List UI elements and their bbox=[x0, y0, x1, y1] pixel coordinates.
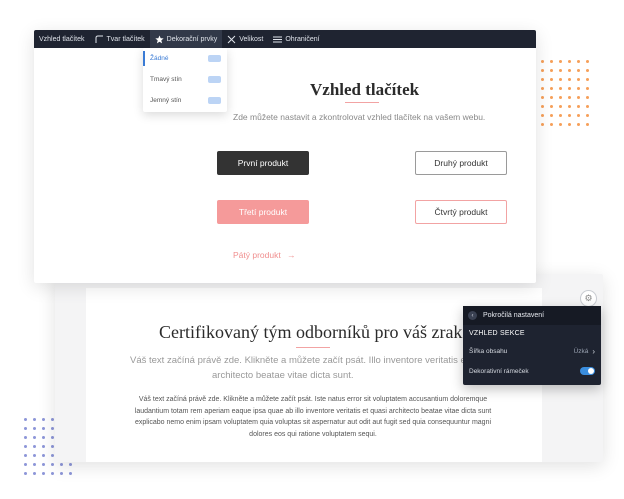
page-subtitle[interactable]: Zde můžete nastavit a zkontrolovat vzhle… bbox=[233, 112, 485, 122]
option-label: Žádné bbox=[150, 55, 169, 62]
setting-label: Dekorativní rámeček bbox=[469, 367, 529, 375]
option-label: Tmavý stín bbox=[150, 76, 182, 83]
button-style-card: Vzhled tlačítek Tvar tlačítek Dekorační … bbox=[34, 30, 536, 283]
dropdown-option-none[interactable]: Žádné bbox=[143, 48, 227, 69]
toolbar-label: Vzhled tlačítek bbox=[39, 35, 85, 43]
shadow-preview-swatch bbox=[208, 76, 221, 83]
decorative-frame-setting: Dekorativní rámeček bbox=[463, 361, 601, 381]
panel-section-heading: VZHLED SEKCE bbox=[469, 329, 525, 337]
title-divider bbox=[296, 347, 330, 348]
product-link-5[interactable]: Pátý produkt → bbox=[233, 250, 296, 260]
toolbar-button-border[interactable]: Ohraničení bbox=[268, 30, 324, 48]
toolbar-label: Ohraničení bbox=[285, 35, 320, 43]
content-width-setting[interactable]: Šířka obsahu Úzká › bbox=[463, 341, 601, 361]
toolbar-button-size[interactable]: Velikost bbox=[222, 30, 268, 48]
editor-toolbar: Vzhled tlačítek Tvar tlačítek Dekorační … bbox=[34, 30, 536, 48]
shape-icon bbox=[95, 35, 104, 44]
product-button-2[interactable]: Druhý produkt bbox=[415, 151, 507, 175]
toolbar-label: Dekorační prvky bbox=[166, 35, 218, 43]
lines-icon bbox=[273, 35, 283, 44]
section-subtitle-line-1[interactable]: Váš text začíná právě zde. Klikněte a mů… bbox=[130, 355, 494, 366]
toolbar-button-appearance[interactable]: Vzhled tlačítek bbox=[34, 30, 90, 48]
back-arrow-icon[interactable]: ‹ bbox=[468, 311, 477, 320]
toolbar-label: Velikost bbox=[239, 35, 264, 43]
settings-gear-icon[interactable]: ⚙ bbox=[580, 290, 597, 307]
title-divider bbox=[345, 102, 379, 103]
option-label: Jemný stín bbox=[150, 97, 182, 104]
chevron-right-icon: › bbox=[592, 346, 595, 356]
star-icon bbox=[155, 34, 164, 44]
toolbar-label: Tvar tlačítek bbox=[106, 35, 145, 43]
toolbar-button-shape[interactable]: Tvar tlačítek bbox=[90, 30, 150, 48]
dropdown-option-dark-shadow[interactable]: Tmavý stín bbox=[143, 69, 227, 90]
toolbar-button-decorations[interactable]: Dekorační prvky bbox=[149, 30, 223, 48]
panel-title: Pokročilá nastavení bbox=[483, 312, 545, 319]
section-subtitle-line-2[interactable]: architecto beatae vitae dicta sunt. bbox=[212, 370, 354, 381]
decorative-frame-toggle[interactable] bbox=[580, 367, 595, 375]
link-label: Pátý produkt bbox=[233, 250, 281, 260]
product-button-4[interactable]: Čtvrtý produkt bbox=[415, 200, 507, 224]
setting-value: Úzká bbox=[573, 347, 589, 355]
advanced-settings-panel: ‹ Pokročilá nastavení VZHLED SEKCE Šířka… bbox=[463, 306, 601, 385]
decorative-dots-orange bbox=[541, 60, 589, 126]
product-button-1[interactable]: První produkt bbox=[217, 151, 309, 175]
setting-label: Šířka obsahu bbox=[469, 347, 508, 355]
product-button-3[interactable]: Třetí produkt bbox=[217, 200, 309, 224]
arrow-right-icon: → bbox=[287, 250, 296, 260]
section-title[interactable]: Certifikovaný tým odborníků pro váš zrak bbox=[159, 322, 462, 343]
shadow-preview-swatch bbox=[208, 97, 221, 104]
decorations-dropdown: Žádné Tmavý stín Jemný stín bbox=[143, 48, 227, 112]
dropdown-option-soft-shadow[interactable]: Jemný stín bbox=[143, 90, 227, 111]
resize-icon bbox=[227, 35, 236, 44]
shadow-preview-swatch bbox=[208, 55, 221, 62]
panel-header: ‹ Pokročilá nastavení bbox=[463, 306, 601, 325]
page-title[interactable]: Vzhled tlačítek bbox=[310, 80, 419, 100]
section-body-text[interactable]: Váš text začíná právě zde. Klikněte a mů… bbox=[124, 394, 502, 440]
